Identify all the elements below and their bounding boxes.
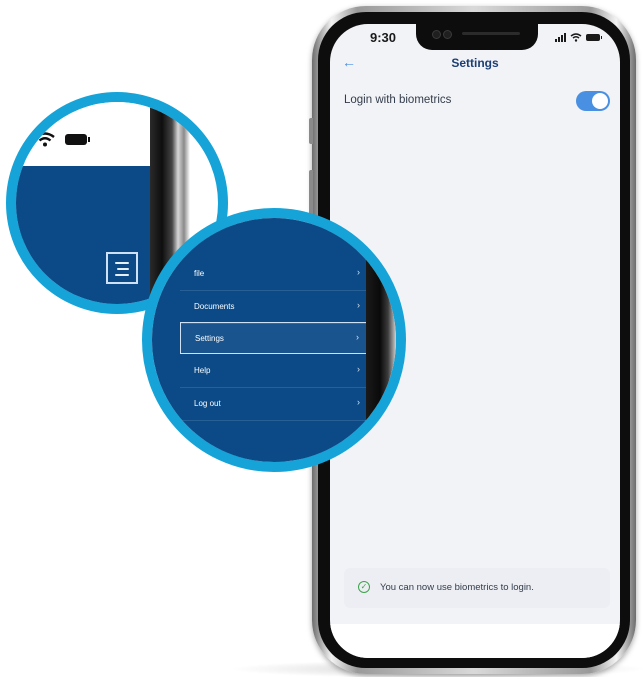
menu-item-log-out[interactable]: Log out › bbox=[180, 388, 370, 421]
page-title: Settings bbox=[451, 56, 499, 70]
chevron-right-icon: › bbox=[357, 267, 360, 277]
zoomed-wifi-icon bbox=[35, 132, 55, 147]
speaker-grille bbox=[462, 32, 520, 35]
status-icons bbox=[555, 33, 602, 42]
home-indicator-area bbox=[330, 624, 620, 658]
menu-item-label: file bbox=[194, 269, 205, 278]
signal-icon bbox=[555, 33, 566, 42]
zoomed-status-icons bbox=[16, 132, 90, 147]
chevron-right-icon: › bbox=[357, 397, 360, 407]
check-circle-icon: ✓ bbox=[358, 581, 370, 593]
magnifier-nav-menu: file › Documents › Settings › Help › Log… bbox=[142, 208, 406, 472]
chevron-right-icon: › bbox=[357, 364, 360, 374]
menu-item-help[interactable]: Help › bbox=[180, 355, 370, 388]
phone-side-button bbox=[309, 118, 313, 144]
chevron-right-icon: › bbox=[357, 300, 360, 310]
stage: 9:30 ← Settings Login with biometrics ✓ bbox=[0, 0, 642, 677]
zoomed-status-bar bbox=[16, 102, 152, 162]
phone-volume-up-button bbox=[309, 170, 313, 216]
biometrics-setting-row: Login with biometrics bbox=[344, 90, 610, 112]
menu-item-documents[interactable]: Documents › bbox=[180, 291, 370, 324]
zoomed-app-header bbox=[16, 166, 152, 304]
biometrics-toggle[interactable] bbox=[576, 91, 610, 111]
nav-menu-panel: file › Documents › Settings › Help › Log… bbox=[152, 218, 370, 462]
status-time: 9:30 bbox=[370, 30, 397, 45]
phone-notch bbox=[416, 24, 538, 50]
wifi-icon bbox=[570, 33, 582, 42]
toast-message: You can now use biometrics to login. bbox=[380, 582, 534, 593]
menu-item-label: Log out bbox=[194, 399, 221, 408]
camera-lens bbox=[432, 30, 441, 39]
menu-item-label: Settings bbox=[195, 334, 224, 343]
menu-item-label: Help bbox=[194, 366, 211, 375]
battery-icon bbox=[586, 34, 602, 41]
top-bar: ← Settings bbox=[330, 52, 620, 78]
menu-item-label: Documents bbox=[194, 302, 235, 311]
hamburger-menu-icon[interactable] bbox=[106, 252, 138, 284]
zoomed-signal-icon bbox=[16, 132, 29, 147]
sensor-lens bbox=[443, 30, 452, 39]
menu-item-profile[interactable]: file › bbox=[180, 258, 370, 291]
chevron-right-icon: › bbox=[356, 332, 359, 342]
toggle-knob bbox=[592, 93, 608, 109]
biometrics-label: Login with biometrics bbox=[344, 94, 452, 106]
success-toast: ✓ You can now use biometrics to login. bbox=[344, 568, 610, 608]
zoomed-battery-icon bbox=[65, 134, 90, 145]
menu-item-settings[interactable]: Settings › bbox=[180, 322, 370, 354]
